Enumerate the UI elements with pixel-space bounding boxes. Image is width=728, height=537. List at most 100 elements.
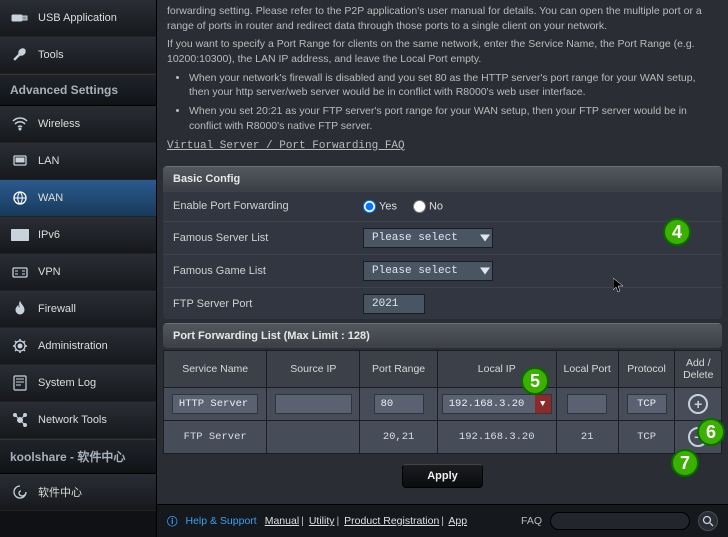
search-icon bbox=[702, 515, 714, 527]
sidebar-item-label: USB Application bbox=[38, 12, 117, 24]
wrench-icon bbox=[10, 46, 30, 64]
add-row-button[interactable]: + bbox=[688, 394, 708, 414]
sidebar-item-label: Wireless bbox=[38, 118, 80, 130]
col-source: Source IP bbox=[267, 351, 360, 388]
search-button[interactable] bbox=[698, 511, 718, 531]
local-ip-input[interactable] bbox=[443, 395, 535, 413]
cell-protocol: TCP bbox=[618, 421, 675, 454]
faq-search-input[interactable] bbox=[550, 512, 690, 530]
footer: ⓘ Help & Support Manual| Utility| Produc… bbox=[157, 504, 728, 537]
main-content: forwarding setting. Please refer to the … bbox=[157, 0, 728, 537]
sidebar-item-label: VPN bbox=[38, 266, 61, 278]
cell-localip: 192.168.3.20 bbox=[437, 421, 556, 454]
gear-icon bbox=[10, 337, 30, 355]
intro-text: forwarding setting. Please refer to the … bbox=[157, 0, 728, 162]
intro-p2: If you want to specify a Port Range for … bbox=[167, 37, 718, 66]
enable-pf-yes-radio[interactable] bbox=[363, 200, 376, 213]
sidebar-item-system-log[interactable]: System Log bbox=[0, 365, 156, 402]
sidebar-item-software-center[interactable]: 软件中心 bbox=[0, 474, 156, 511]
usb-icon bbox=[10, 9, 30, 27]
mouse-cursor-icon bbox=[613, 278, 625, 294]
local-ip-select[interactable]: ▼ bbox=[442, 394, 552, 414]
pf-list-header: Port Forwarding List (Max Limit : 128) bbox=[163, 323, 722, 348]
vpn-icon bbox=[10, 263, 30, 281]
globe-icon bbox=[10, 189, 30, 207]
sidebar-item-wireless[interactable]: Wireless bbox=[0, 106, 156, 143]
table-row: FTP Server 20,21 192.168.3.20 21 TCP − bbox=[164, 421, 722, 454]
col-localport: Local Port bbox=[556, 351, 618, 388]
enable-pf-no-option[interactable]: No bbox=[413, 200, 443, 213]
service-name-input[interactable] bbox=[172, 394, 259, 414]
cell-portrange: 20,21 bbox=[360, 421, 438, 454]
enable-pf-yes-option[interactable]: Yes bbox=[363, 200, 397, 213]
sidebar: USB Application Tools Advanced Settings … bbox=[0, 0, 157, 537]
sidebar-item-lan[interactable]: LAN bbox=[0, 143, 156, 180]
sidebar-item-vpn[interactable]: VPN bbox=[0, 254, 156, 291]
pf-table: Service Name Source IP Port Range Local … bbox=[163, 350, 722, 454]
intro-note-1: When your network's firewall is disabled… bbox=[189, 71, 718, 100]
famous-game-label: Famous Game List bbox=[173, 265, 353, 277]
sidebar-item-label: Network Tools bbox=[38, 414, 107, 426]
sidebar-item-tools[interactable]: Tools bbox=[0, 37, 156, 74]
chevron-down-icon[interactable]: ▼ bbox=[535, 395, 551, 413]
sidebar-item-ipv6[interactable]: IPv6 IPv6 bbox=[0, 217, 156, 254]
local-port-input[interactable] bbox=[567, 394, 607, 414]
sidebar-section-koolshare: koolshare - 软件中心 bbox=[0, 439, 156, 474]
cell-localport: 21 bbox=[556, 421, 618, 454]
col-protocol: Protocol bbox=[618, 351, 675, 388]
sidebar-item-label: Tools bbox=[38, 49, 64, 61]
log-icon bbox=[10, 374, 30, 392]
cell-source bbox=[267, 421, 360, 454]
sidebar-item-label: System Log bbox=[38, 377, 96, 389]
svg-text:IPv6: IPv6 bbox=[13, 233, 28, 240]
sidebar-item-label: Administration bbox=[38, 340, 108, 352]
sidebar-item-administration[interactable]: Administration bbox=[0, 328, 156, 365]
help-support-link[interactable]: Help & Support bbox=[186, 515, 257, 527]
col-portrange: Port Range bbox=[360, 351, 438, 388]
intro-note-2: When you set 20:21 as your FTP server's … bbox=[189, 104, 718, 133]
annotation-badge-5: 5 bbox=[521, 367, 549, 395]
swirl-icon bbox=[10, 483, 30, 501]
sidebar-item-label: Firewall bbox=[38, 303, 76, 315]
protocol-select[interactable] bbox=[627, 394, 667, 414]
vserver-faq-link[interactable]: Virtual Server / Port Forwarding FAQ bbox=[167, 140, 405, 152]
pf-list-panel: Port Forwarding List (Max Limit : 128) bbox=[163, 323, 722, 348]
cell-service: FTP Server bbox=[164, 421, 267, 454]
app-link[interactable]: App bbox=[448, 515, 467, 527]
manual-link[interactable]: Manual bbox=[265, 515, 299, 527]
ftp-port-label: FTP Server Port bbox=[173, 298, 353, 310]
sidebar-item-network-tools[interactable]: Network Tools bbox=[0, 402, 156, 439]
intro-p1: forwarding setting. Please refer to the … bbox=[167, 4, 718, 33]
fire-icon bbox=[10, 300, 30, 318]
utility-link[interactable]: Utility bbox=[309, 515, 335, 527]
wifi-icon bbox=[10, 115, 30, 133]
basic-config-header: Basic Config bbox=[163, 166, 722, 191]
registration-link[interactable]: Product Registration bbox=[344, 515, 439, 527]
famous-server-label: Famous Server List bbox=[173, 232, 353, 244]
table-row: ▼ + bbox=[164, 388, 722, 421]
port-range-input[interactable] bbox=[374, 394, 424, 414]
ipv6-icon: IPv6 bbox=[10, 226, 30, 244]
help-icon: ⓘ bbox=[167, 514, 178, 529]
sidebar-item-firewall[interactable]: Firewall bbox=[0, 291, 156, 328]
apply-button[interactable]: Apply bbox=[402, 464, 483, 488]
col-service: Service Name bbox=[164, 351, 267, 388]
annotation-badge-6: 6 bbox=[697, 418, 725, 446]
enable-pf-no-radio[interactable] bbox=[413, 200, 426, 213]
enable-pf-label: Enable Port Forwarding bbox=[173, 200, 353, 212]
ftp-port-input[interactable] bbox=[363, 294, 425, 314]
sidebar-item-label: LAN bbox=[38, 155, 59, 167]
sidebar-item-label: WAN bbox=[38, 192, 63, 204]
famous-server-select[interactable]: Please select bbox=[363, 228, 493, 248]
sidebar-item-usb-application[interactable]: USB Application bbox=[0, 0, 156, 37]
sidebar-item-wan[interactable]: WAN bbox=[0, 180, 156, 217]
source-ip-input[interactable] bbox=[275, 394, 352, 414]
nettools-icon bbox=[10, 411, 30, 429]
col-action: Add / Delete bbox=[675, 351, 722, 388]
famous-game-select[interactable]: Please select bbox=[363, 261, 493, 281]
annotation-badge-4: 4 bbox=[663, 218, 691, 246]
sidebar-section-advanced: Advanced Settings bbox=[0, 74, 156, 106]
annotation-badge-7: 7 bbox=[671, 449, 699, 477]
lan-icon bbox=[10, 152, 30, 170]
sidebar-item-label: IPv6 bbox=[38, 229, 60, 241]
